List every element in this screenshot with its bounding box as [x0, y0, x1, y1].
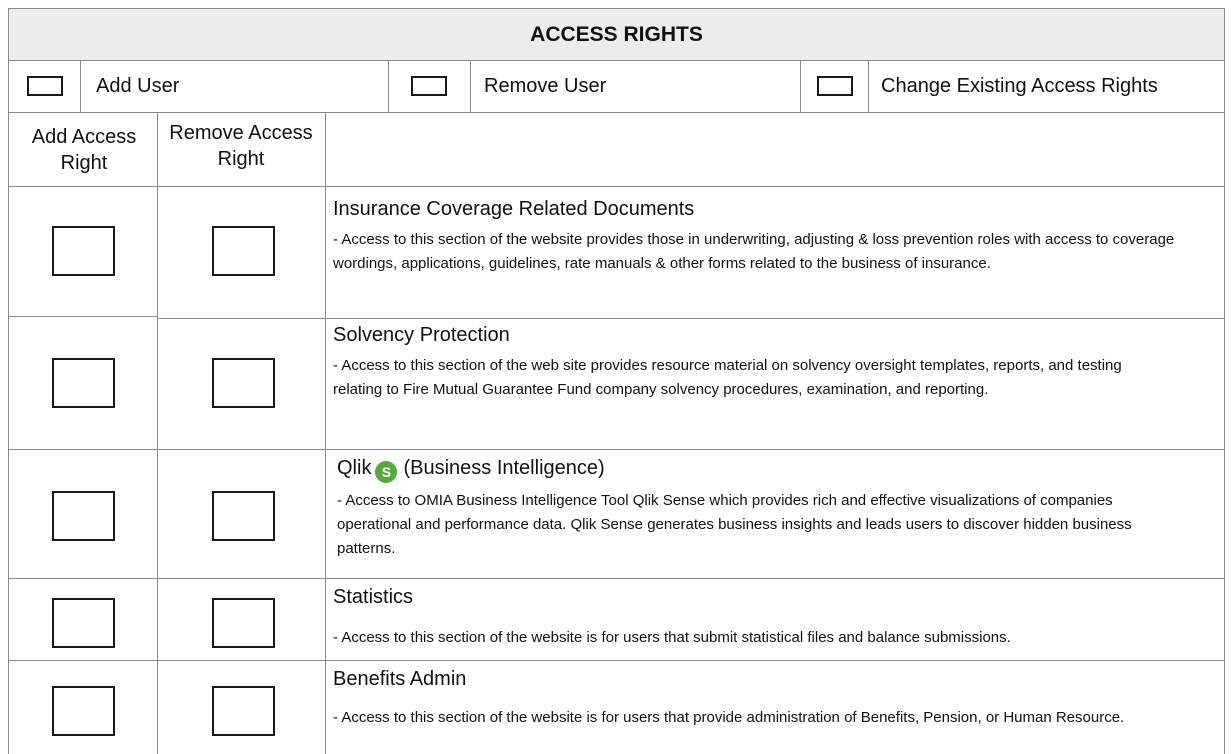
divider	[325, 112, 326, 754]
section-description-solvency: - Access to this section of the web site…	[333, 357, 1122, 398]
divider	[9, 60, 1224, 61]
add-user-label: Add User	[96, 75, 180, 97]
section-title-statistics: Statistics	[333, 586, 414, 608]
remove-access-checkbox-solvency[interactable]	[212, 358, 275, 408]
column-header-remove: Remove Access Right	[169, 122, 313, 170]
divider	[9, 578, 1224, 579]
divider	[470, 60, 471, 112]
section-description-statistics: - Access to this section of the website …	[333, 629, 1011, 646]
section-title-qlik: Qlik S (Business Intelligence)	[337, 456, 605, 483]
change-access-rights-checkbox[interactable]	[817, 76, 853, 96]
add-access-checkbox-benefits[interactable]	[52, 686, 115, 736]
section-title-solvency: Solvency Protection	[333, 324, 510, 346]
divider	[157, 112, 158, 754]
section-description-benefits: - Access to this section of the website …	[333, 709, 1125, 726]
page-title: ACCESS RIGHTS	[530, 23, 703, 46]
divider	[9, 112, 1224, 113]
remove-user-checkbox[interactable]	[411, 76, 447, 96]
column-header-add: Add Access Right	[31, 126, 137, 174]
divider	[388, 60, 389, 112]
section-title-insurance: Insurance Coverage Related Documents	[333, 198, 695, 220]
section-description-insurance: - Access to this section of the website …	[333, 231, 1175, 272]
divider	[9, 660, 1224, 661]
section-title-qlik-prefix: Qlik	[337, 457, 372, 479]
divider	[868, 60, 869, 112]
add-access-checkbox-statistics[interactable]	[52, 598, 115, 648]
section-description-qlik: - Access to OMIA Business Intelligence T…	[337, 492, 1132, 557]
divider	[800, 60, 801, 112]
remove-user-label: Remove User	[484, 75, 607, 97]
add-access-checkbox-qlik[interactable]	[52, 491, 115, 541]
divider	[9, 316, 157, 317]
remove-access-checkbox-insurance[interactable]	[212, 226, 275, 276]
remove-access-checkbox-statistics[interactable]	[212, 598, 275, 648]
qlik-sense-icon: S	[375, 461, 398, 483]
section-title-qlik-suffix: (Business Intelligence)	[403, 457, 605, 479]
remove-access-checkbox-qlik[interactable]	[212, 491, 275, 541]
divider	[9, 186, 1224, 187]
add-access-checkbox-insurance[interactable]	[52, 226, 115, 276]
add-access-checkbox-solvency[interactable]	[52, 358, 115, 408]
section-title-benefits: Benefits Admin	[333, 668, 467, 690]
remove-access-checkbox-benefits[interactable]	[212, 686, 275, 736]
add-user-checkbox[interactable]	[27, 76, 63, 96]
divider	[80, 60, 81, 112]
divider	[9, 449, 1224, 450]
divider	[157, 318, 1224, 319]
change-access-rights-label: Change Existing Access Rights	[881, 75, 1158, 97]
